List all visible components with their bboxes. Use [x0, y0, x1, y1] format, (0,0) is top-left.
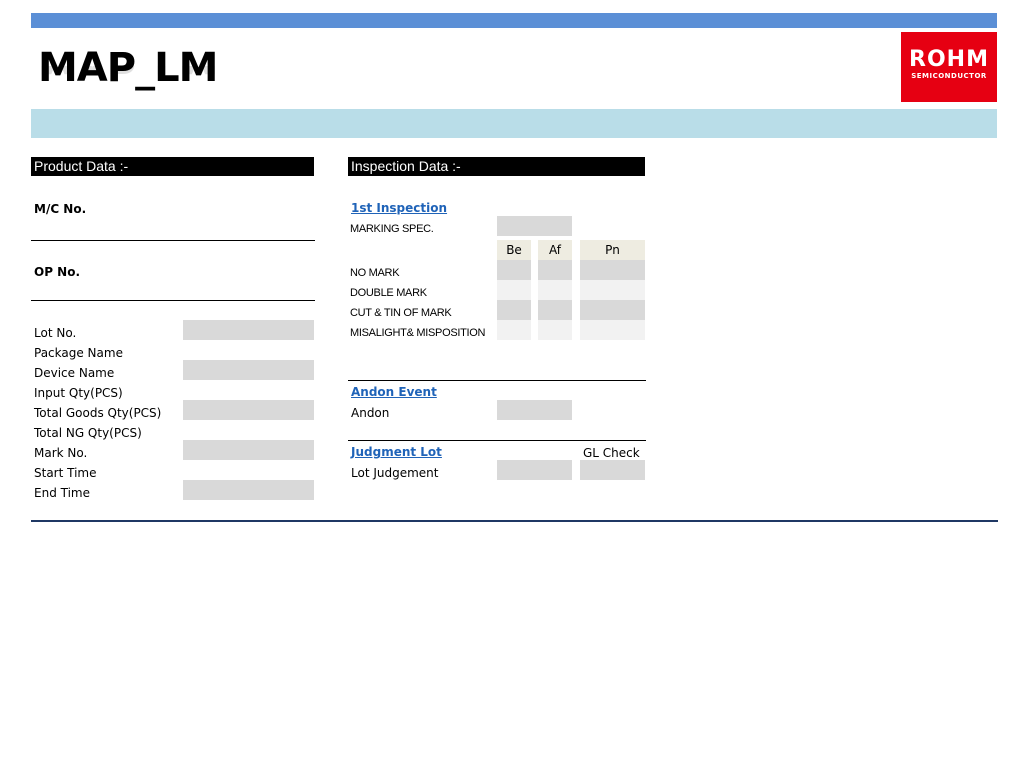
misalight-af-cell[interactable]: [538, 320, 572, 340]
col-header-af: Af: [538, 240, 572, 260]
cut-tin-mark-af-cell[interactable]: [538, 300, 572, 320]
op-no-divider: [31, 300, 315, 301]
lot-judgement-field[interactable]: [497, 460, 572, 480]
lot-no-label: Lot No.: [34, 326, 77, 340]
cut-tin-mark-label: CUT & TIN OF MARK: [350, 307, 452, 319]
logo-sub: SEMICONDUCTOR: [911, 72, 987, 80]
end-time-field[interactable]: [183, 480, 314, 500]
judgment-divider: [348, 440, 646, 441]
no-mark-be-cell[interactable]: [497, 260, 531, 280]
mc-no-divider: [31, 240, 315, 241]
total-ng-qty-label: Total NG Qty(PCS): [34, 426, 142, 440]
no-mark-af-cell[interactable]: [538, 260, 572, 280]
op-no-label: OP No.: [34, 265, 81, 279]
package-name-label: Package Name: [34, 346, 123, 360]
mc-no-label: M/C No.: [34, 202, 87, 216]
device-name-label: Device Name: [34, 366, 115, 380]
judgment-lot-link[interactable]: Judgment Lot: [351, 442, 442, 462]
misalight-pn-cell[interactable]: [580, 320, 645, 340]
first-inspection-link[interactable]: 1st Inspection: [351, 198, 447, 218]
total-goods-qty-field[interactable]: [183, 400, 314, 420]
start-time-label: Start Time: [34, 466, 97, 480]
total-goods-qty-label: Total Goods Qty(PCS): [34, 406, 162, 420]
col-header-pn: Pn: [580, 240, 645, 260]
no-mark-pn-cell[interactable]: [580, 260, 645, 280]
top-accent-bar: [31, 13, 997, 28]
sub-header-bar: [31, 109, 997, 138]
logo-brand: ROHM: [909, 47, 989, 72]
double-mark-pn-cell[interactable]: [580, 280, 645, 300]
inspection-data-heading: Inspection Data :-: [348, 157, 645, 176]
product-data-heading: Product Data :-: [31, 157, 314, 176]
end-time-label: End Time: [34, 486, 90, 500]
cut-tin-mark-be-cell[interactable]: [497, 300, 531, 320]
bottom-divider: [31, 520, 998, 522]
double-mark-label: DOUBLE MARK: [350, 287, 427, 299]
gl-check-field[interactable]: [580, 460, 645, 480]
double-mark-be-cell[interactable]: [497, 280, 531, 300]
andon-divider: [348, 380, 646, 381]
andon-event-link[interactable]: Andon Event: [351, 382, 437, 402]
marking-spec-field[interactable]: [497, 216, 572, 236]
lot-no-field[interactable]: [183, 320, 314, 340]
device-name-field[interactable]: [183, 360, 314, 380]
lot-judgement-label: Lot Judgement: [351, 466, 439, 480]
cut-tin-mark-pn-cell[interactable]: [580, 300, 645, 320]
mark-no-field[interactable]: [183, 440, 314, 460]
andon-field[interactable]: [497, 400, 572, 420]
marking-spec-label: MARKING SPEC.: [350, 223, 434, 235]
page-title-reflection: MAP_LM: [38, 66, 217, 84]
misalight-label: MISALIGHT& MISPOSITION: [350, 327, 486, 339]
input-qty-label: Input Qty(PCS): [34, 386, 123, 400]
mark-no-label: Mark No.: [34, 446, 88, 460]
andon-label: Andon: [351, 406, 390, 420]
col-header-be: Be: [497, 240, 531, 260]
rohm-logo: ROHM SEMICONDUCTOR: [901, 32, 997, 102]
double-mark-af-cell[interactable]: [538, 280, 572, 300]
no-mark-label: NO MARK: [350, 267, 400, 279]
misalight-be-cell[interactable]: [497, 320, 531, 340]
